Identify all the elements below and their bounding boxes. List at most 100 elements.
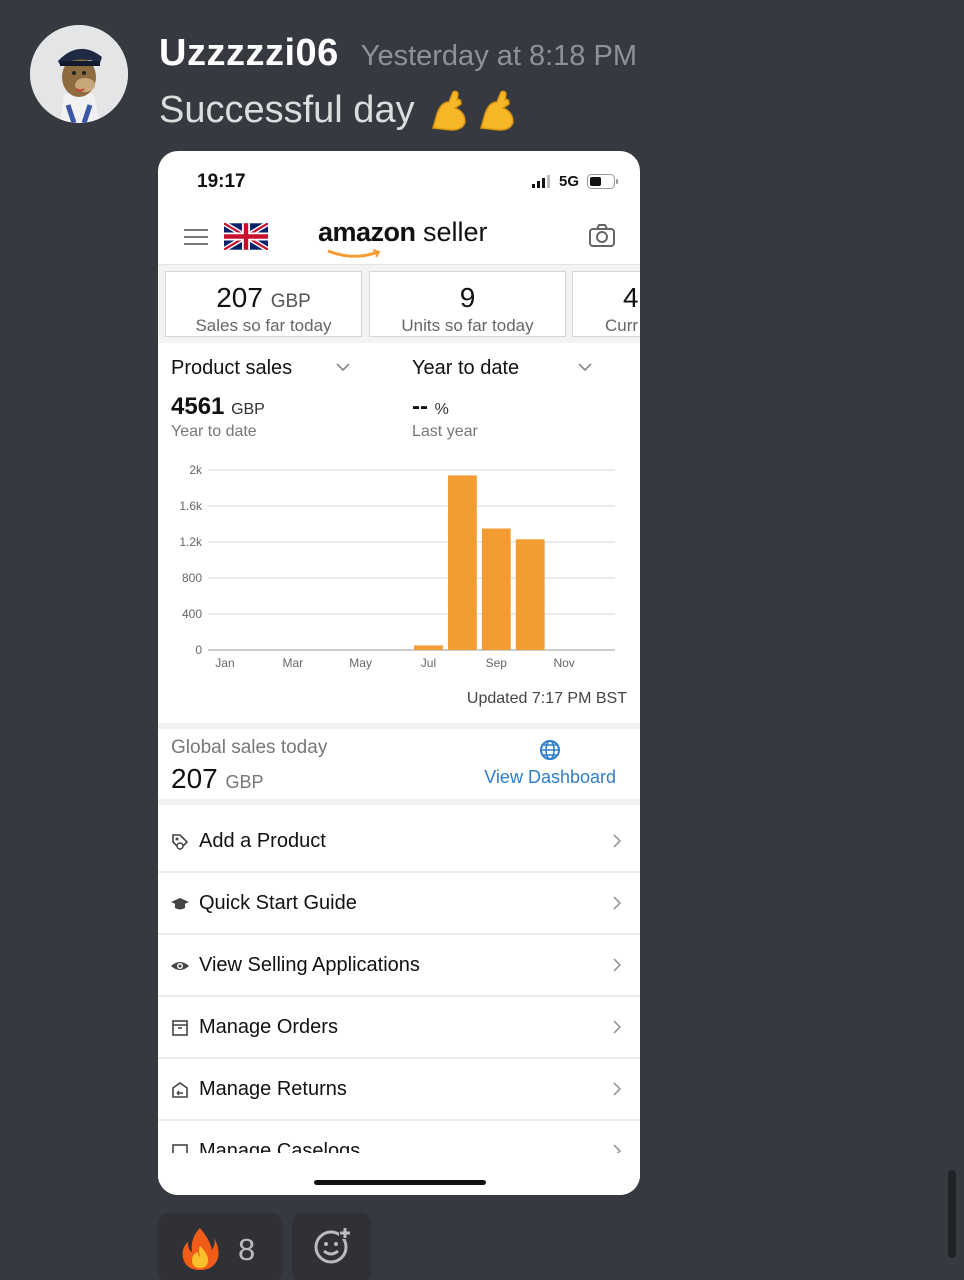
y-tick-label: 1.6k — [179, 499, 203, 513]
kpi-cards: 207 GBP Sales so far today 9 Units so fa… — [158, 265, 640, 343]
change-number: -- — [412, 393, 428, 420]
network-type: 5G — [559, 173, 580, 190]
reaction-count: 8 — [238, 1232, 256, 1267]
status-time: 19:17 — [197, 171, 246, 192]
global-sales-label: Global sales today — [171, 737, 328, 758]
box-icon — [172, 1020, 188, 1036]
message-header: Uzzzzzi06 Yesterday at 8:18 PM — [159, 32, 637, 75]
card-value: 4 — [595, 282, 640, 314]
period-selector[interactable]: Year to date — [412, 357, 519, 380]
menu-label: View Selling Applications — [199, 954, 420, 976]
menu-item-add-product[interactable]: Add a Product — [158, 811, 640, 873]
menu-label: Add a Product — [199, 830, 326, 852]
menu-list: Add a Product Quick Start Guide View Sel… — [158, 811, 640, 1183]
flexed-biceps-emojis — [427, 88, 519, 132]
chevron-right-icon — [613, 958, 622, 972]
card-value: 9 — [370, 282, 565, 314]
chevron-right-icon — [613, 1082, 622, 1096]
sales-bar-chart: 0 400 800 1.2k 1.6k 2k Jan Mar May Jul Sep Nov — [179, 463, 615, 670]
bar-jul — [414, 645, 443, 650]
ytd-caption: Year to date — [171, 423, 257, 440]
add-reaction-button[interactable] — [292, 1213, 371, 1280]
third-card-value: 4 — [623, 282, 639, 313]
y-tick-label: 400 — [182, 607, 202, 621]
logo-word: amazon — [318, 217, 416, 247]
graduation-cap-icon — [171, 898, 189, 910]
eye-icon — [171, 962, 189, 970]
tag-icon — [172, 834, 189, 851]
fire-emoji-icon — [182, 1228, 219, 1270]
signal-icon — [532, 175, 550, 188]
x-tick-label: Nov — [553, 656, 574, 670]
menu-item-quick-start-guide[interactable]: Quick Start Guide — [158, 873, 640, 935]
chevron-right-icon — [613, 834, 622, 848]
updated-time: Updated 7:17 PM BST — [466, 690, 627, 707]
x-tick-label: Mar — [282, 656, 303, 670]
attached-screenshot[interactable]: 19:17 5G amazon seller 207 GBP Sales so … — [158, 151, 640, 1195]
add-emoji-icon — [314, 1227, 351, 1264]
y-tick-label: 0 — [195, 643, 202, 657]
change-unit: % — [434, 401, 449, 418]
globe-icon[interactable] — [539, 739, 561, 761]
return-box-icon — [172, 1082, 188, 1098]
message-text: Successful day — [159, 88, 415, 131]
chevron-down-icon[interactable] — [336, 363, 350, 372]
message-timestamp: Yesterday at 8:18 PM — [360, 40, 637, 72]
x-tick-label: May — [349, 656, 372, 670]
menu-label: Quick Start Guide — [199, 892, 357, 914]
user-avatar[interactable] — [30, 25, 128, 123]
home-indicator[interactable] — [314, 1180, 486, 1185]
logo-rest: seller — [415, 217, 488, 247]
card-value: 207 GBP — [166, 282, 361, 314]
message-content: Successful day — [159, 88, 519, 132]
view-dashboard-link[interactable]: View Dashboard — [484, 767, 616, 788]
metric-selector[interactable]: Product sales — [171, 357, 292, 380]
change-caption: Last year — [412, 423, 478, 440]
camera-icon[interactable] — [588, 223, 616, 249]
menu-item-view-selling-applications[interactable]: View Selling Applications — [158, 935, 640, 997]
uk-flag-icon[interactable] — [224, 223, 268, 250]
sales-unit: GBP — [270, 291, 311, 312]
y-tick-label: 2k — [189, 463, 203, 477]
units-label: Units so far today — [401, 316, 534, 335]
y-tick-label: 800 — [182, 571, 202, 585]
battery-icon — [587, 174, 618, 189]
scrollbar[interactable] — [948, 1170, 956, 1258]
units-today-card[interactable]: 9 Units so far today — [369, 271, 566, 337]
chevron-down-icon[interactable] — [578, 363, 592, 372]
chevron-right-icon — [613, 1020, 622, 1034]
chevron-right-icon — [613, 896, 622, 910]
ape-avatar-image — [30, 25, 128, 123]
x-tick-label: Sep — [486, 656, 508, 670]
units-value: 9 — [459, 282, 476, 313]
third-card-partial[interactable]: 4 Curr — [572, 271, 640, 337]
global-unit: GBP — [225, 772, 264, 792]
hamburger-menu-icon[interactable] — [184, 227, 208, 247]
sales-label: Sales so far today — [195, 316, 332, 335]
global-number: 207 — [171, 763, 218, 794]
amazon-seller-logo: amazon seller — [318, 217, 488, 248]
sales-chart-panel: Product sales Year to date 4561 GBP Year… — [158, 343, 640, 721]
x-tick-label: Jan — [215, 656, 234, 670]
bar-aug — [447, 475, 477, 650]
menu-label: Manage Orders — [199, 1016, 338, 1038]
bar-oct — [515, 539, 545, 650]
username[interactable]: Uzzzzzi06 — [159, 32, 339, 75]
fire-reaction[interactable]: 8 — [158, 1213, 282, 1280]
bar-sep — [481, 528, 511, 650]
sales-today-card[interactable]: 207 GBP Sales so far today — [165, 271, 362, 337]
menu-label: Manage Returns — [199, 1078, 347, 1100]
ytd-unit: GBP — [231, 401, 265, 418]
change-value: -- % — [412, 393, 449, 421]
ytd-number: 4561 — [171, 393, 225, 420]
sales-value: 207 — [216, 282, 263, 313]
global-sales-section: Global sales today 207 GBP View Dashboar… — [158, 723, 640, 805]
global-sales-value: 207 GBP — [171, 763, 264, 795]
ytd-sales-value: 4561 GBP — [171, 393, 265, 421]
y-tick-label: 1.2k — [179, 535, 203, 549]
amazon-smile-icon — [327, 249, 381, 258]
menu-item-manage-orders[interactable]: Manage Orders — [158, 997, 640, 1059]
menu-item-manage-returns[interactable]: Manage Returns — [158, 1059, 640, 1121]
status-bar: 19:17 5G — [158, 151, 640, 211]
x-tick-label: Jul — [421, 656, 436, 670]
